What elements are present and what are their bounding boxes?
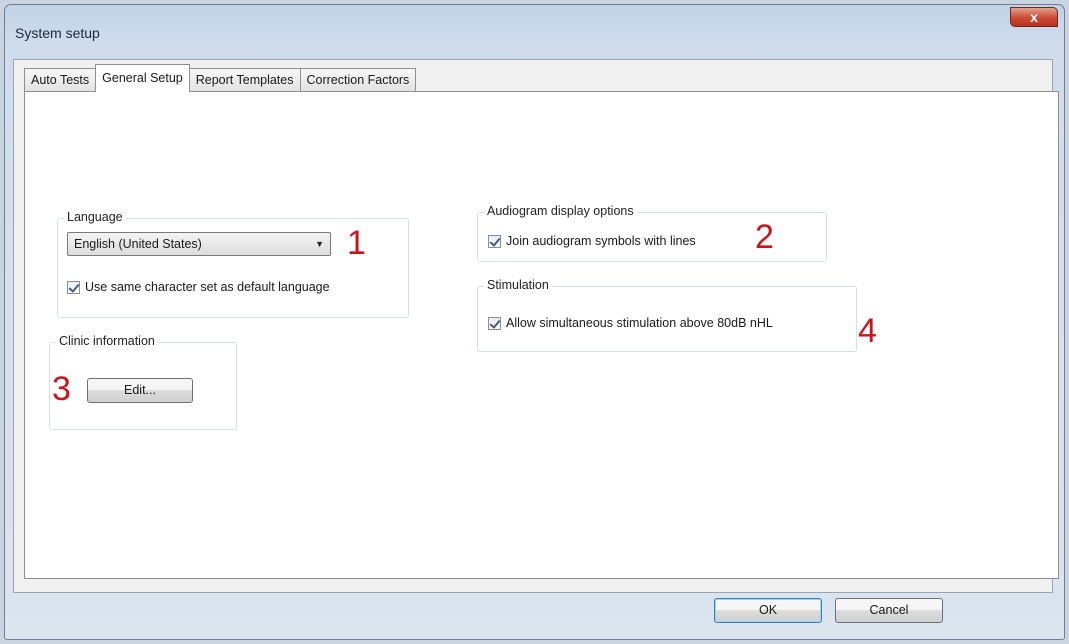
general-setup-panel: Language English (United States) ▼ Use s… <box>24 91 1059 579</box>
ok-button[interactable]: OK <box>714 598 822 623</box>
tab-general-setup[interactable]: General Setup <box>95 64 190 92</box>
audiogram-legend: Audiogram display options <box>484 204 637 218</box>
tab-report-templates[interactable]: Report Templates <box>188 68 301 92</box>
charset-checkbox-row[interactable]: Use same character set as default langua… <box>67 280 330 294</box>
stimulation-legend: Stimulation <box>484 278 552 292</box>
callout-number-3: 3 <box>52 370 71 408</box>
language-select[interactable]: English (United States) ▼ <box>67 232 331 256</box>
title-bar[interactable]: System setup x <box>5 5 1064 59</box>
window-title: System setup <box>15 25 100 41</box>
clinic-edit-button[interactable]: Edit... <box>87 378 193 403</box>
language-legend: Language <box>64 210 126 224</box>
chevron-down-icon: ▼ <box>315 239 324 249</box>
charset-checkbox[interactable] <box>67 280 80 294</box>
callout-number-1: 1 <box>347 224 366 262</box>
close-icon: x <box>1030 9 1038 25</box>
language-select-value: English (United States) <box>74 237 202 251</box>
cancel-button[interactable]: Cancel <box>835 598 943 623</box>
tab-strip: Auto Tests General Setup Report Template… <box>24 62 417 92</box>
simultaneous-stimulation-checkbox-row[interactable]: Allow simultaneous stimulation above 80d… <box>488 316 773 330</box>
clinic-legend: Clinic information <box>56 334 158 348</box>
charset-checkbox-label: Use same character set as default langua… <box>85 280 330 294</box>
join-symbols-label: Join audiogram symbols with lines <box>506 234 696 248</box>
join-symbols-checkbox[interactable] <box>488 234 501 248</box>
close-button[interactable]: x <box>1010 7 1058 27</box>
tab-auto-tests[interactable]: Auto Tests <box>24 68 97 92</box>
join-symbols-checkbox-row[interactable]: Join audiogram symbols with lines <box>488 234 696 248</box>
simultaneous-stimulation-checkbox[interactable] <box>488 316 501 330</box>
callout-number-2: 2 <box>755 218 774 256</box>
callout-number-4: 4 <box>858 312 877 350</box>
simultaneous-stimulation-label: Allow simultaneous stimulation above 80d… <box>506 316 773 330</box>
tab-correction-factors[interactable]: Correction Factors <box>299 68 417 92</box>
